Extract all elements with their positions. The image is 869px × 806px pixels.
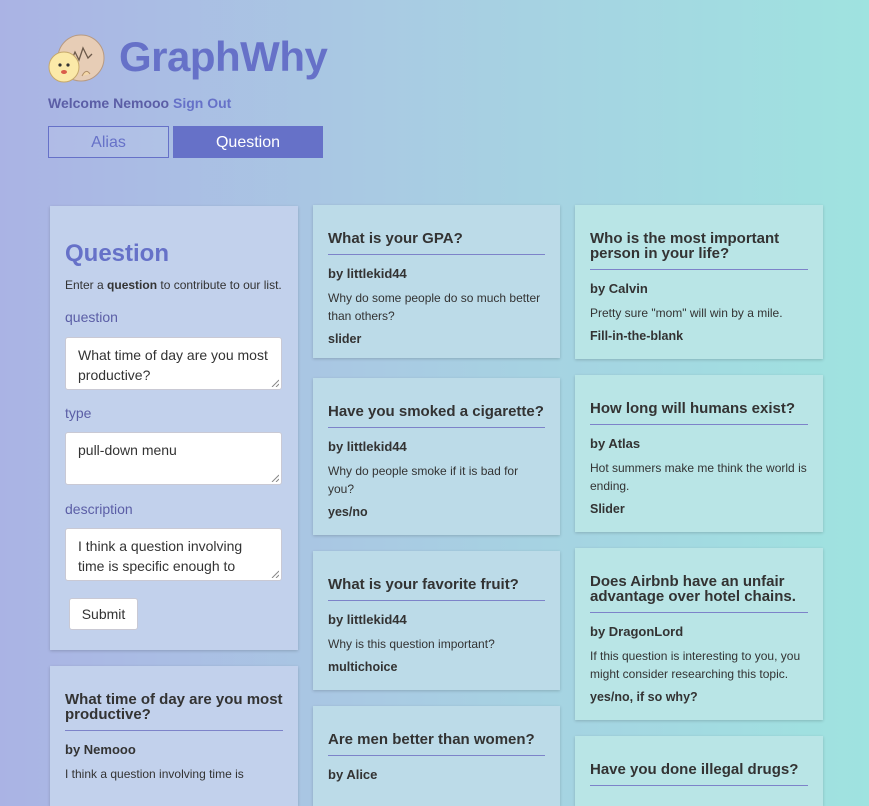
question-card-author: by littlekid44 <box>328 439 545 454</box>
question-card-title: How long will humans exist? <box>590 401 808 425</box>
resize-grip-icon[interactable] <box>271 474 279 482</box>
by-prefix: by <box>328 767 347 782</box>
type-label: type <box>65 405 92 421</box>
question-card[interactable]: Does Airbnb have an unfair advantage ove… <box>575 548 823 720</box>
question-card-description: If this question is interesting to you, … <box>590 649 801 681</box>
by-prefix: by <box>590 281 609 296</box>
author-name: Calvin <box>608 281 648 296</box>
question-card-description: Pretty sure "mom" will win by a mile. <box>590 306 783 320</box>
brand-title: GraphWhy <box>119 33 328 80</box>
by-prefix: by <box>65 742 84 757</box>
question-card-title: What is your favorite fruit? <box>328 577 545 601</box>
question-form-card: Question Enter a question to contribute … <box>50 206 298 650</box>
question-card-author: by Alice <box>328 767 545 782</box>
question-card-title: Have you done illegal drugs? <box>590 762 808 786</box>
by-prefix: by <box>590 624 609 639</box>
author-name: DragonLord <box>608 624 684 639</box>
welcome-bar: Welcome Nemooo Sign Out <box>48 95 231 111</box>
author-name: Atlas <box>608 436 641 451</box>
question-card-author: by DragonLord <box>590 624 808 639</box>
question-card-title: Does Airbnb have an unfair advantage ove… <box>590 574 808 613</box>
question-card-title: Who is the most important person in your… <box>590 231 808 270</box>
author-name: littlekid44 <box>346 439 407 454</box>
question-card[interactable]: How long will humans exist? by Atlas Hot… <box>575 375 823 532</box>
question-card-description: Hot summers make me think the world is e… <box>590 461 807 493</box>
question-card[interactable]: Have you done illegal drugs? <box>575 736 823 806</box>
question-card[interactable]: Have you smoked a cigarette? by littleki… <box>313 378 560 535</box>
question-card-author: by Calvin <box>590 281 808 296</box>
question-label: question <box>65 309 118 325</box>
question-card-author: by littlekid44 <box>328 266 545 281</box>
welcome-text: Welcome Nemooo <box>48 95 170 111</box>
form-intro-post: to contribute to our list. <box>157 278 282 292</box>
question-card-author: by Atlas <box>590 436 808 451</box>
resize-grip-icon[interactable] <box>271 379 279 387</box>
author-name: littlekid44 <box>346 266 407 281</box>
resize-grip-icon[interactable] <box>271 570 279 578</box>
author-name: Alice <box>346 767 378 782</box>
sign-out-link[interactable]: Sign Out <box>173 95 231 111</box>
type-field-value: pull-down menu <box>78 442 177 458</box>
tab-question[interactable]: Question <box>173 126 323 158</box>
question-card-description: I think a question involving time is <box>65 767 244 781</box>
by-prefix: by <box>328 612 347 627</box>
question-card[interactable]: Who is the most important person in your… <box>575 205 823 359</box>
question-card-type: yes/no <box>328 505 368 519</box>
tab-alias[interactable]: Alias <box>48 126 169 158</box>
question-card-author: by littlekid44 <box>328 612 545 627</box>
question-card-title: Have you smoked a cigarette? <box>328 404 545 428</box>
question-card-description: Why do some people do so much better tha… <box>328 291 541 323</box>
question-card-title: Are men better than women? <box>328 732 545 756</box>
question-card-type: yes/no, if so why? <box>590 690 698 704</box>
submit-button[interactable]: Submit <box>69 598 138 630</box>
form-intro-bold: question <box>107 278 158 292</box>
form-intro: Enter a question to contribute to our li… <box>65 278 282 292</box>
question-card-type: Slider <box>590 502 625 516</box>
author-name: Nemooo <box>83 742 136 757</box>
description-field[interactable]: I think a question involving time is spe… <box>65 528 282 581</box>
description-label: description <box>65 501 133 517</box>
question-card[interactable]: What is your GPA? by littlekid44 Why do … <box>313 205 560 358</box>
question-card-description: Why do people smoke if it is bad for you… <box>328 464 519 496</box>
question-card[interactable]: Are men better than women? by Alice <box>313 706 560 806</box>
author-name: littlekid44 <box>346 612 407 627</box>
question-card-type: Fill-in-the-blank <box>590 329 684 343</box>
question-card-author: by Nemooo <box>65 742 283 757</box>
by-prefix: by <box>590 436 609 451</box>
description-field-value: I think a question involving time is spe… <box>78 538 243 580</box>
graphwhy-logo <box>48 34 108 84</box>
question-card[interactable]: What is your favorite fruit? by littleki… <box>313 551 560 690</box>
form-intro-pre: Enter a <box>65 278 108 292</box>
question-card-title: What is your GPA? <box>328 231 545 255</box>
question-card-description: Why is this question important? <box>328 637 495 651</box>
question-card-title: What time of day are you most productive… <box>65 692 283 731</box>
by-prefix: by <box>328 266 347 281</box>
type-field[interactable]: pull-down menu <box>65 432 282 485</box>
question-card[interactable]: What time of day are you most productive… <box>50 666 298 806</box>
question-card-type: multichoice <box>328 660 398 674</box>
question-field[interactable]: What time of day are you most productive… <box>65 337 282 390</box>
question-field-value: What time of day are you most productive… <box>78 347 268 383</box>
form-heading: Question <box>65 240 170 267</box>
by-prefix: by <box>328 439 347 454</box>
question-card-type: slider <box>328 332 362 346</box>
